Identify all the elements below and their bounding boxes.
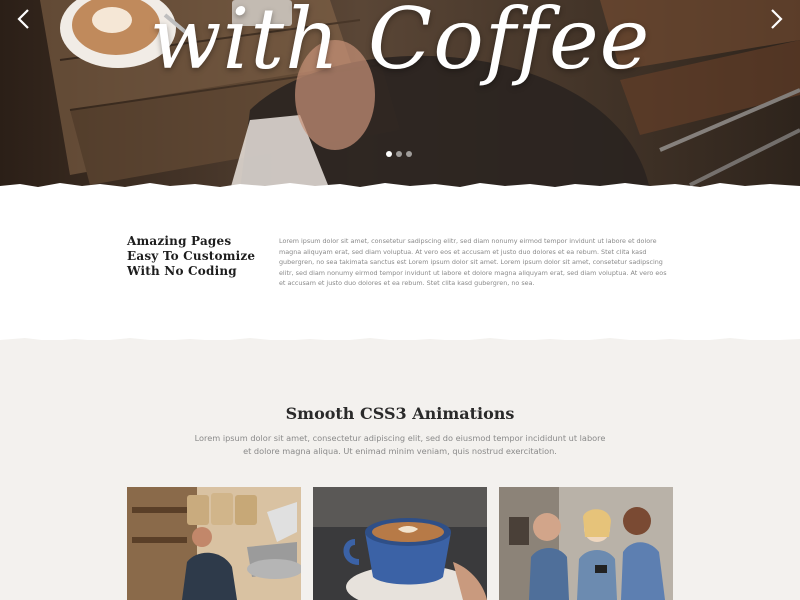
feature-paragraph: Lorem ipsum dolor sit amet, consetetur s…: [279, 237, 667, 287]
slider-pagination: [386, 151, 412, 157]
feature-section: Amazing Pages Easy To Customize With No …: [0, 190, 800, 340]
slider-next-button[interactable]: [764, 6, 788, 32]
latte-cup-photo: [313, 487, 487, 600]
gallery-card-baristas[interactable]: [499, 487, 673, 600]
feature-heading-line-3: With No Coding: [127, 264, 237, 278]
slider-dot-2[interactable]: [396, 151, 402, 157]
barista-roasting-photo: [127, 487, 301, 600]
baristas-smiling-photo: [499, 487, 673, 600]
chevron-right-icon: [771, 9, 783, 29]
section-subtitle: Lorem ipsum dolor sit amet, consectetur …: [194, 433, 606, 456]
chevron-left-icon: [17, 9, 29, 29]
section-title: Smooth CSS3 Animations: [285, 404, 515, 423]
slider-dot-1[interactable]: [386, 151, 392, 157]
feature-heading-line-1: Amazing Pages: [127, 234, 232, 248]
slider-dot-3[interactable]: [406, 151, 412, 157]
hero-title: with Coffee: [149, 0, 651, 88]
hero-slider: with Coffee: [0, 0, 800, 190]
feature-heading: Amazing Pages Easy To Customize With No …: [127, 234, 267, 279]
torn-paper-edge: [0, 183, 800, 190]
gallery-card-barista[interactable]: [127, 487, 301, 600]
section-divider-edge: [0, 338, 800, 346]
slider-prev-button[interactable]: [12, 6, 36, 32]
gallery-card-latte[interactable]: [313, 487, 487, 600]
animations-section: Smooth CSS3 Animations Lorem ipsum dolor…: [0, 338, 800, 600]
feature-heading-line-2: Easy To Customize: [127, 249, 256, 263]
